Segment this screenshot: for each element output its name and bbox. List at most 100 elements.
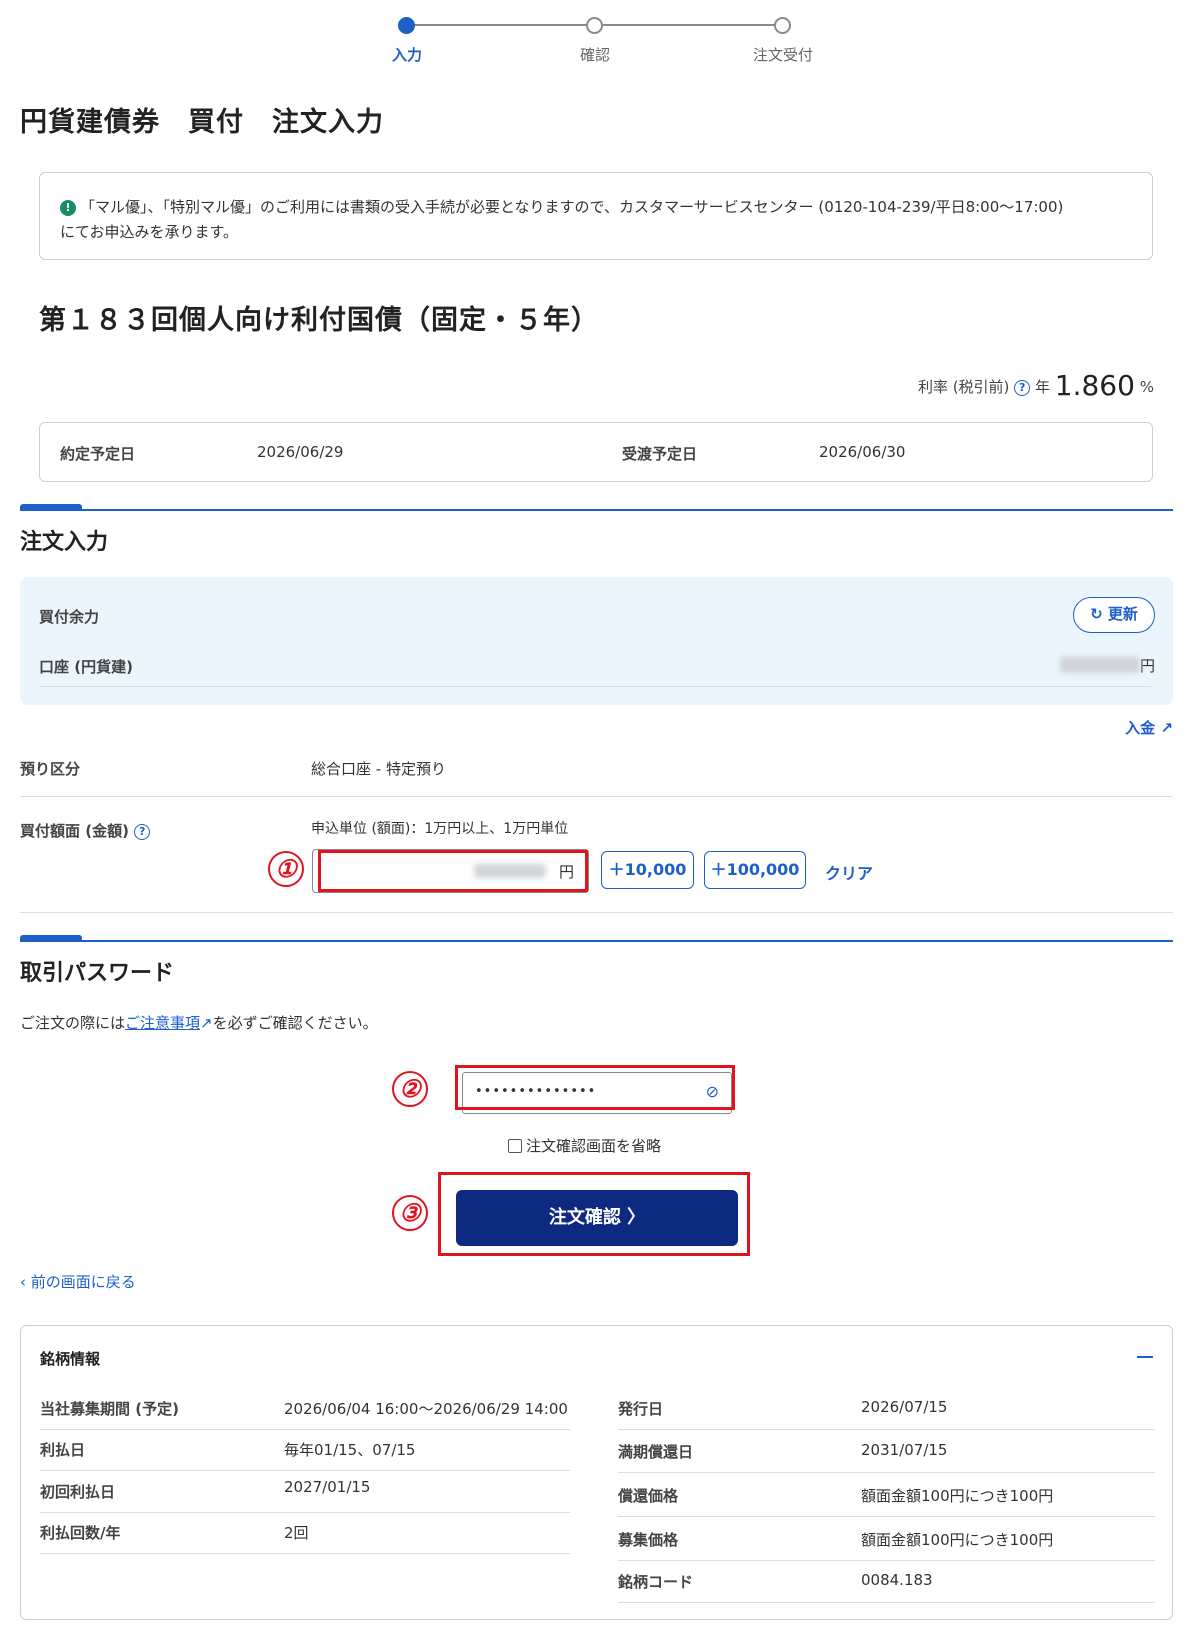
help-icon[interactable]: ? bbox=[1014, 380, 1031, 396]
info-value: 毎年01/15、07/15 bbox=[284, 1441, 416, 1459]
info-divider bbox=[618, 1429, 1155, 1430]
rate-prefix: 年 bbox=[1034, 378, 1050, 396]
step-connector bbox=[595, 24, 785, 26]
info-divider bbox=[40, 1429, 570, 1430]
buying-power-label: 買付余力 bbox=[39, 608, 100, 626]
plus-icon: ＋ bbox=[710, 860, 727, 879]
skip-confirm-label: 注文確認画面を省略 bbox=[526, 1137, 662, 1155]
info-label: 初回利払日 bbox=[40, 1483, 116, 1501]
info-value: 0084.183 bbox=[861, 1571, 933, 1589]
account-balance: 円 bbox=[1059, 655, 1155, 676]
section-divider bbox=[20, 509, 1173, 511]
plus-icon: ＋ bbox=[608, 860, 625, 879]
caution-link[interactable]: ご注意事項 bbox=[125, 1014, 200, 1032]
refresh-button[interactable]: ↻ 更新 bbox=[1073, 597, 1155, 633]
caution-suffix: を必ずご確認ください。 bbox=[212, 1014, 378, 1032]
buying-power-panel: 買付余力 ↻ 更新 口座 (円貨建) 円 bbox=[20, 577, 1173, 705]
info-divider bbox=[618, 1516, 1155, 1517]
notice-text-line2: にてお申込みを承ります。 bbox=[60, 223, 239, 241]
amount-label: 買付額面 (金額) ? bbox=[20, 820, 151, 841]
clear-button[interactable]: クリア bbox=[825, 860, 873, 884]
notice-box: ! 「マル優」、「特別マル優」のご利用には書類の受入手続が必要となりますので、カス… bbox=[39, 172, 1153, 260]
external-link-icon: ↗ bbox=[1160, 719, 1173, 737]
annotation-1: ① bbox=[268, 851, 304, 887]
delivery-date-value: 2026/06/30 bbox=[819, 443, 906, 461]
back-link[interactable]: ‹ 前の画面に戻る bbox=[20, 1271, 136, 1292]
info-divider bbox=[618, 1472, 1155, 1473]
amount-label-text: 買付額面 (金額) bbox=[20, 822, 129, 840]
interest-rate: 利率 (税引前) ? 年 1.860 % bbox=[918, 369, 1154, 402]
add-100000-label: 100,000 bbox=[726, 860, 800, 879]
annotation-box-2 bbox=[455, 1065, 735, 1110]
rate-value: 1.860 bbox=[1054, 369, 1135, 402]
info-divider bbox=[618, 1602, 1155, 1603]
page-title: 円貨建債券 買付 注文入力 bbox=[20, 107, 384, 138]
dates-box: 約定予定日 2026/06/29 受渡予定日 2026/06/30 bbox=[39, 422, 1153, 482]
password-section-title: 取引パスワード bbox=[20, 961, 175, 986]
back-label: 前の画面に戻る bbox=[30, 1273, 136, 1291]
refresh-icon: ↻ bbox=[1090, 605, 1103, 623]
add-10000-label: 10,000 bbox=[624, 860, 687, 879]
amount-hint: 申込単位 (額面)：1万円以上、1万円単位 bbox=[311, 821, 569, 837]
info-divider bbox=[618, 1560, 1155, 1561]
notice-text-line1: 「マル優」、「特別マル優」のご利用には書類の受入手続が必要となりますので、カスタ… bbox=[80, 198, 1064, 216]
step-connector bbox=[410, 24, 595, 26]
annotation-box-1 bbox=[318, 850, 588, 892]
annotation-3: ③ bbox=[392, 1195, 428, 1231]
contract-date-value: 2026/06/29 bbox=[257, 443, 344, 461]
step-label-confirm: 確認 bbox=[579, 46, 611, 64]
exclamation-icon: ! bbox=[60, 200, 76, 216]
rate-label: 利率 (税引前) bbox=[917, 378, 1010, 396]
info-label: 満期償還日 bbox=[618, 1443, 694, 1461]
row-divider bbox=[20, 912, 1173, 913]
delivery-date-label: 受渡予定日 bbox=[622, 445, 698, 463]
account-label: 口座 (円貨建) bbox=[39, 658, 133, 676]
step-dot-confirm bbox=[586, 17, 603, 34]
info-label: 償還価格 bbox=[618, 1487, 679, 1505]
caution-prefix: ご注文の際には bbox=[20, 1014, 126, 1032]
account-unit: 円 bbox=[1139, 657, 1155, 675]
step-dot-complete bbox=[774, 17, 791, 34]
custody-value: 総合口座 - 特定預り bbox=[311, 760, 446, 778]
add-100000-button[interactable]: ＋100,000 bbox=[704, 851, 806, 889]
step-label-input: 入力 bbox=[391, 46, 423, 64]
skip-confirm-checkbox[interactable] bbox=[508, 1139, 522, 1153]
info-label: 募集価格 bbox=[618, 1531, 679, 1549]
info-divider bbox=[40, 1470, 570, 1471]
contract-date-label: 約定予定日 bbox=[60, 445, 136, 463]
collapse-icon[interactable] bbox=[1137, 1356, 1153, 1358]
info-label: 利払日 bbox=[40, 1441, 86, 1459]
order-section-title: 注文入力 bbox=[20, 530, 109, 555]
bond-title: 第１８３回個人向け利付国債（固定・５年） bbox=[39, 305, 599, 336]
bond-info-panel: 銘柄情報 当社募集期間 (予定) 2026/06/04 16:00〜2026/0… bbox=[20, 1325, 1173, 1620]
info-value: 額面金額100円につき100円 bbox=[861, 1487, 1054, 1505]
info-divider bbox=[40, 1512, 570, 1513]
section-divider bbox=[20, 940, 1173, 942]
info-value: 2027/01/15 bbox=[284, 1478, 371, 1496]
step-dot-input bbox=[398, 17, 415, 34]
info-divider bbox=[40, 1553, 570, 1554]
add-10000-button[interactable]: ＋10,000 bbox=[601, 851, 694, 889]
rate-unit: % bbox=[1139, 378, 1154, 396]
balance-divider bbox=[39, 686, 1151, 687]
info-value: 2026/06/04 16:00〜2026/06/29 14:00 bbox=[284, 1400, 568, 1418]
help-icon[interactable]: ? bbox=[134, 824, 151, 840]
annotation-box-3 bbox=[438, 1172, 750, 1256]
bond-info-title: 銘柄情報 bbox=[40, 1350, 101, 1368]
info-value: 額面金額100円につき100円 bbox=[861, 1531, 1054, 1549]
info-label: 当社募集期間 (予定) bbox=[40, 1400, 179, 1418]
info-value: 2回 bbox=[284, 1524, 309, 1542]
step-label-complete: 注文受付 bbox=[752, 46, 814, 64]
masked-balance bbox=[1059, 657, 1140, 673]
refresh-label: 更新 bbox=[1107, 605, 1138, 623]
info-value: 2026/07/15 bbox=[861, 1398, 948, 1416]
deposit-link[interactable]: 入金 ↗ bbox=[1125, 717, 1173, 738]
annotation-2: ② bbox=[392, 1071, 428, 1107]
skip-confirm-option[interactable]: 注文確認画面を省略 bbox=[508, 1135, 661, 1156]
chevron-left-icon: ‹ bbox=[20, 1273, 26, 1291]
custody-label: 預り区分 bbox=[20, 760, 81, 778]
external-link-icon: ↗ bbox=[200, 1014, 213, 1032]
info-label: 利払回数/年 bbox=[40, 1524, 121, 1542]
caution-note: ご注文の際にはご注意事項↗を必ずご確認ください。 bbox=[20, 1012, 378, 1033]
info-value: 2031/07/15 bbox=[861, 1441, 948, 1459]
